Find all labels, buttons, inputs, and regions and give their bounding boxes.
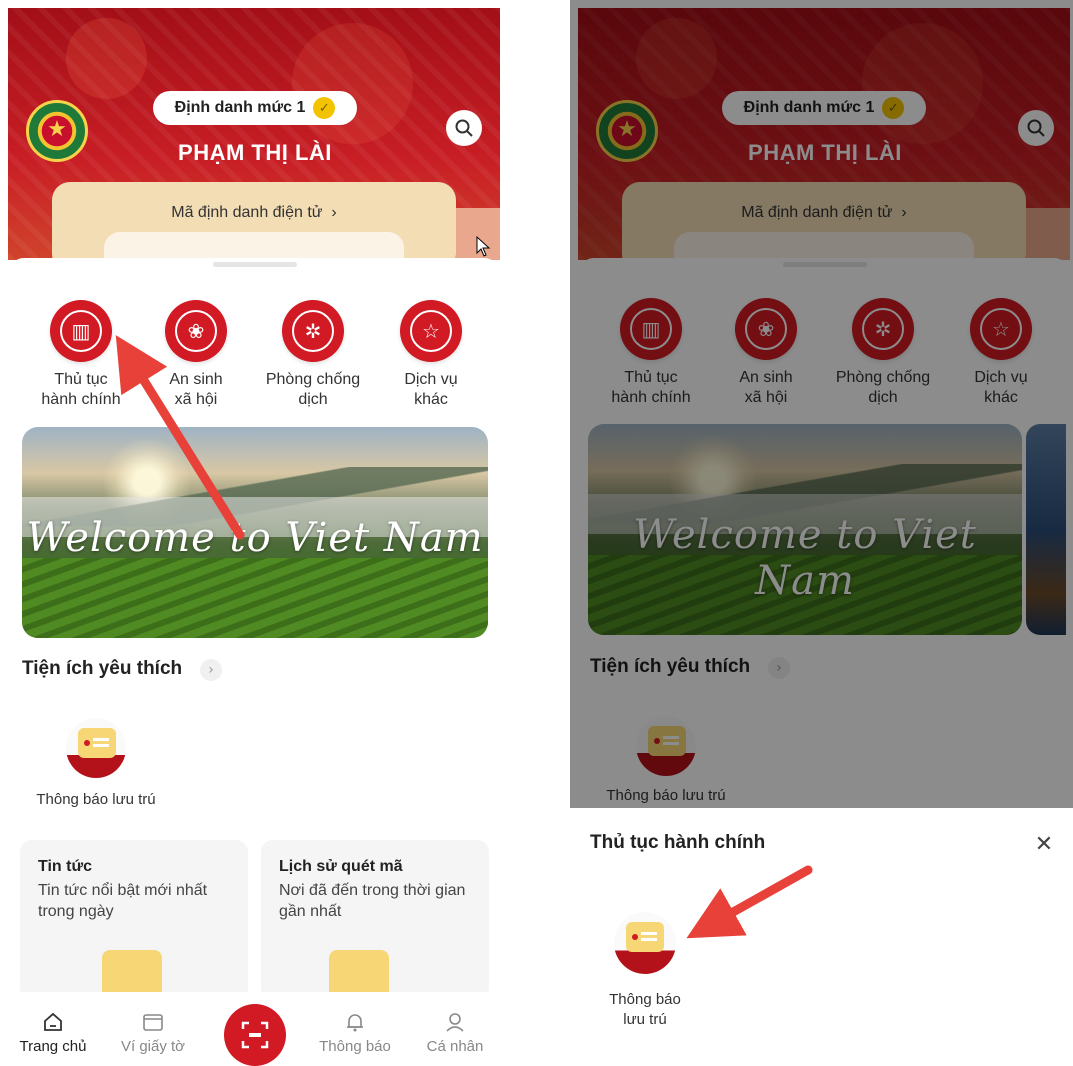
favorite-item-label: Thông báo lưu trú xyxy=(36,791,156,808)
service-epidemic-prevention[interactable]: ✲ Phòng chống dịch xyxy=(258,300,368,410)
electronic-id-label: Mã định danh điện tử › xyxy=(171,204,337,221)
sheet-drag-handle[interactable] xyxy=(213,262,297,267)
left-screen: Định danh mức 1 ✓ PHẠM THỊ LÀI Mã định d… xyxy=(0,0,510,1066)
service-other[interactable]: ☆ Dịch vụ khác xyxy=(376,300,486,410)
close-icon[interactable]: ✕ xyxy=(1032,834,1056,858)
search-button[interactable] xyxy=(446,110,482,146)
nav-home[interactable]: Trang chủ xyxy=(8,1010,98,1055)
service-label: An sinh xã hội xyxy=(169,371,223,408)
police-emblem-icon xyxy=(26,100,88,162)
service-label: Dịch vụ khác xyxy=(404,371,458,408)
nav-notifications[interactable]: Thông báo xyxy=(310,1010,400,1055)
building-icon: ▥ xyxy=(50,300,112,362)
identity-level-badge[interactable]: Định danh mức 1 ✓ xyxy=(153,91,357,125)
virus-shield-icon: ✲ xyxy=(282,300,344,362)
nav-wallet[interactable]: Ví giấy tờ xyxy=(108,1010,198,1055)
news-card[interactable]: Tin tức Tin tức nổi bật mới nhất trong n… xyxy=(20,840,248,1000)
identity-level-label: Định danh mức 1 xyxy=(174,99,306,116)
nav-label: Ví giấy tờ xyxy=(120,1038,186,1055)
scan-history-card-desc: Nơi đã đến trong thời gian gần nhất xyxy=(279,882,466,920)
sheet-item-label: Thông báo lưu trú xyxy=(609,991,681,1028)
user-icon xyxy=(446,1013,464,1032)
service-label: Phòng chống dịch xyxy=(265,371,361,408)
banner-tea-rows xyxy=(22,558,488,638)
home-icon xyxy=(44,1012,62,1031)
residence-notice-icon[interactable] xyxy=(614,912,676,974)
service-label: Thủ tục hành chính xyxy=(41,371,121,408)
chevron-right-icon[interactable]: › xyxy=(200,659,222,681)
mouse-cursor-icon xyxy=(476,236,491,257)
banner-text: Welcome to Viet Nam xyxy=(26,515,484,561)
service-social-security[interactable]: ❀ An sinh xã hội xyxy=(141,300,251,410)
welcome-banner[interactable]: Welcome to Viet Nam xyxy=(22,427,488,638)
nav-label: Trang chủ xyxy=(19,1038,87,1055)
scan-history-card[interactable]: Lịch sử quét mã Nơi đã đến trong thời gi… xyxy=(261,840,489,1000)
favorites-title: Tiện ích yêu thích xyxy=(22,658,183,679)
star-badge-icon: ☆ xyxy=(400,300,462,362)
chevron-right-icon: › xyxy=(331,204,337,221)
scan-qr-button[interactable] xyxy=(224,1004,286,1066)
right-screen: Định danh mức 1 ✓ PHẠM THỊ LÀI Mã định d… xyxy=(570,0,1073,1066)
bell-icon xyxy=(347,1014,363,1032)
family-icon: ❀ xyxy=(165,300,227,362)
sheet-title: Thủ tục hành chính xyxy=(590,832,766,853)
user-name: PHẠM THỊ LÀI xyxy=(178,140,332,165)
scan-icon xyxy=(241,1021,269,1049)
nav-label: Thông báo xyxy=(319,1038,391,1055)
search-icon xyxy=(455,119,473,137)
nav-label: Cá nhân xyxy=(426,1038,484,1055)
service-administrative[interactable]: ▥ Thủ tục hành chính xyxy=(26,300,136,410)
news-card-title: Tin tức xyxy=(38,858,92,875)
wallet-icon xyxy=(143,1014,163,1031)
verified-check-icon: ✓ xyxy=(313,97,336,119)
nav-profile[interactable]: Cá nhân xyxy=(410,1010,500,1055)
news-card-desc: Tin tức nổi bật mới nhất trong ngày xyxy=(38,882,208,920)
modal-backdrop[interactable] xyxy=(570,0,1073,808)
scan-history-card-title: Lịch sử quét mã xyxy=(279,858,403,875)
residence-notice-icon[interactable] xyxy=(66,718,126,778)
